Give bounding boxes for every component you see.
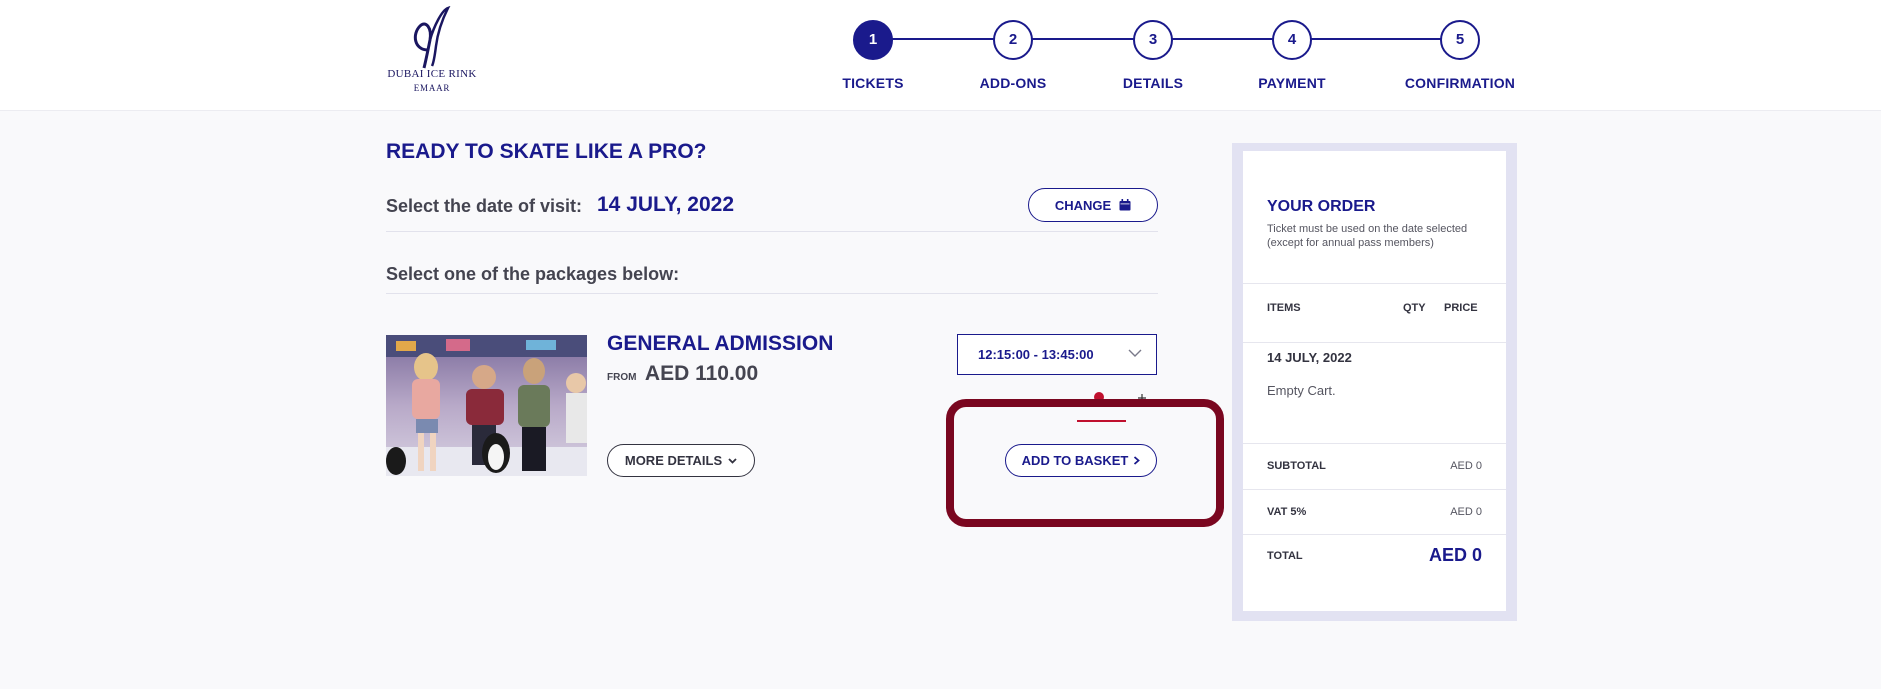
package-price: FROM AED 110.00 — [607, 362, 758, 386]
calendar-icon — [1119, 199, 1131, 211]
step-payment[interactable]: 4 PAYMENT — [1212, 20, 1372, 91]
time-slot-select[interactable]: 12:15:00 - 13:45:00 — [957, 334, 1157, 375]
order-summary-panel: YOUR ORDER Ticket must be used on the da… — [1232, 143, 1517, 621]
highlight-box — [946, 399, 1224, 527]
chevron-down-icon — [1128, 349, 1142, 357]
step-label: DETAILS — [1122, 75, 1184, 91]
step-number: 1 — [853, 20, 893, 60]
vat-label: VAT 5% — [1267, 506, 1307, 518]
change-label: CHANGE — [1054, 197, 1112, 213]
step-number: 3 — [1133, 20, 1173, 60]
divider — [1243, 283, 1506, 284]
price-amount: AED 110.00 — [644, 362, 759, 385]
time-slot-value: 12:15:00 - 13:45:00 — [978, 347, 1094, 362]
divider — [1243, 443, 1506, 444]
divider — [1243, 489, 1506, 490]
package-image — [386, 335, 587, 476]
step-label: TICKETS — [842, 75, 904, 91]
packages-prompt-row: Select one of the packages below: — [386, 262, 1158, 294]
subtotal-value: AED 0 — [1450, 460, 1482, 472]
step-details[interactable]: 3 DETAILS — [1073, 20, 1233, 91]
page-title: READY TO SKATE LIKE A PRO? — [386, 140, 707, 163]
step-confirmation[interactable]: 5 CONFIRMATION — [1380, 20, 1540, 91]
order-title: YOUR ORDER — [1267, 198, 1376, 215]
date-selector-row: Select the date of visit: 14 JULY, 2022 … — [386, 188, 1158, 232]
order-summary-card: YOUR ORDER Ticket must be used on the da… — [1243, 151, 1506, 611]
date-prompt: Select the date of visit: — [386, 196, 583, 216]
empty-cart-text: Empty Cart. — [1267, 383, 1336, 398]
selected-date: 14 JULY, 2022 — [597, 193, 735, 216]
col-qty: QTY — [1403, 302, 1426, 314]
subtotal-label: SUBTOTAL — [1267, 460, 1326, 472]
step-number: 2 — [993, 20, 1033, 60]
divider — [1243, 342, 1506, 343]
col-items: ITEMS — [1267, 302, 1301, 314]
more-details-button[interactable]: MORE DETAILS — [607, 444, 755, 477]
total-value: AED 0 — [1428, 545, 1482, 565]
change-date-button[interactable]: CHANGE — [1028, 188, 1158, 222]
checkout-stepper: 1 TICKETS 2 ADD-ONS 3 DETAILS 4 PAYMENT … — [0, 20, 1881, 100]
price-from-label: FROM — [607, 372, 637, 383]
family-skating-photo-icon — [386, 335, 587, 476]
more-details-label: MORE DETAILS — [624, 453, 723, 468]
chevron-down-icon — [728, 457, 737, 464]
packages-prompt: Select one of the packages below: — [386, 264, 680, 284]
step-label: PAYMENT — [1258, 75, 1326, 91]
col-price: PRICE — [1444, 302, 1478, 314]
package-name: GENERAL ADMISSION — [607, 332, 834, 355]
step-add-ons[interactable]: 2 ADD-ONS — [933, 20, 1093, 91]
step-number: 4 — [1272, 20, 1312, 60]
step-label: ADD-ONS — [979, 75, 1047, 91]
header: DUBAI ICE RINK EMAAR 1 TICKETS 2 ADD-ONS… — [0, 0, 1881, 111]
step-tickets[interactable]: 1 TICKETS — [793, 20, 953, 91]
vat-value: AED 0 — [1450, 506, 1482, 518]
step-number: 5 — [1440, 20, 1480, 60]
order-date: 14 JULY, 2022 — [1267, 350, 1352, 365]
divider — [1243, 534, 1506, 535]
step-label: CONFIRMATION — [1404, 75, 1516, 91]
total-label: TOTAL — [1267, 550, 1303, 562]
order-note: Ticket must be used on the date selected… — [1267, 223, 1468, 249]
